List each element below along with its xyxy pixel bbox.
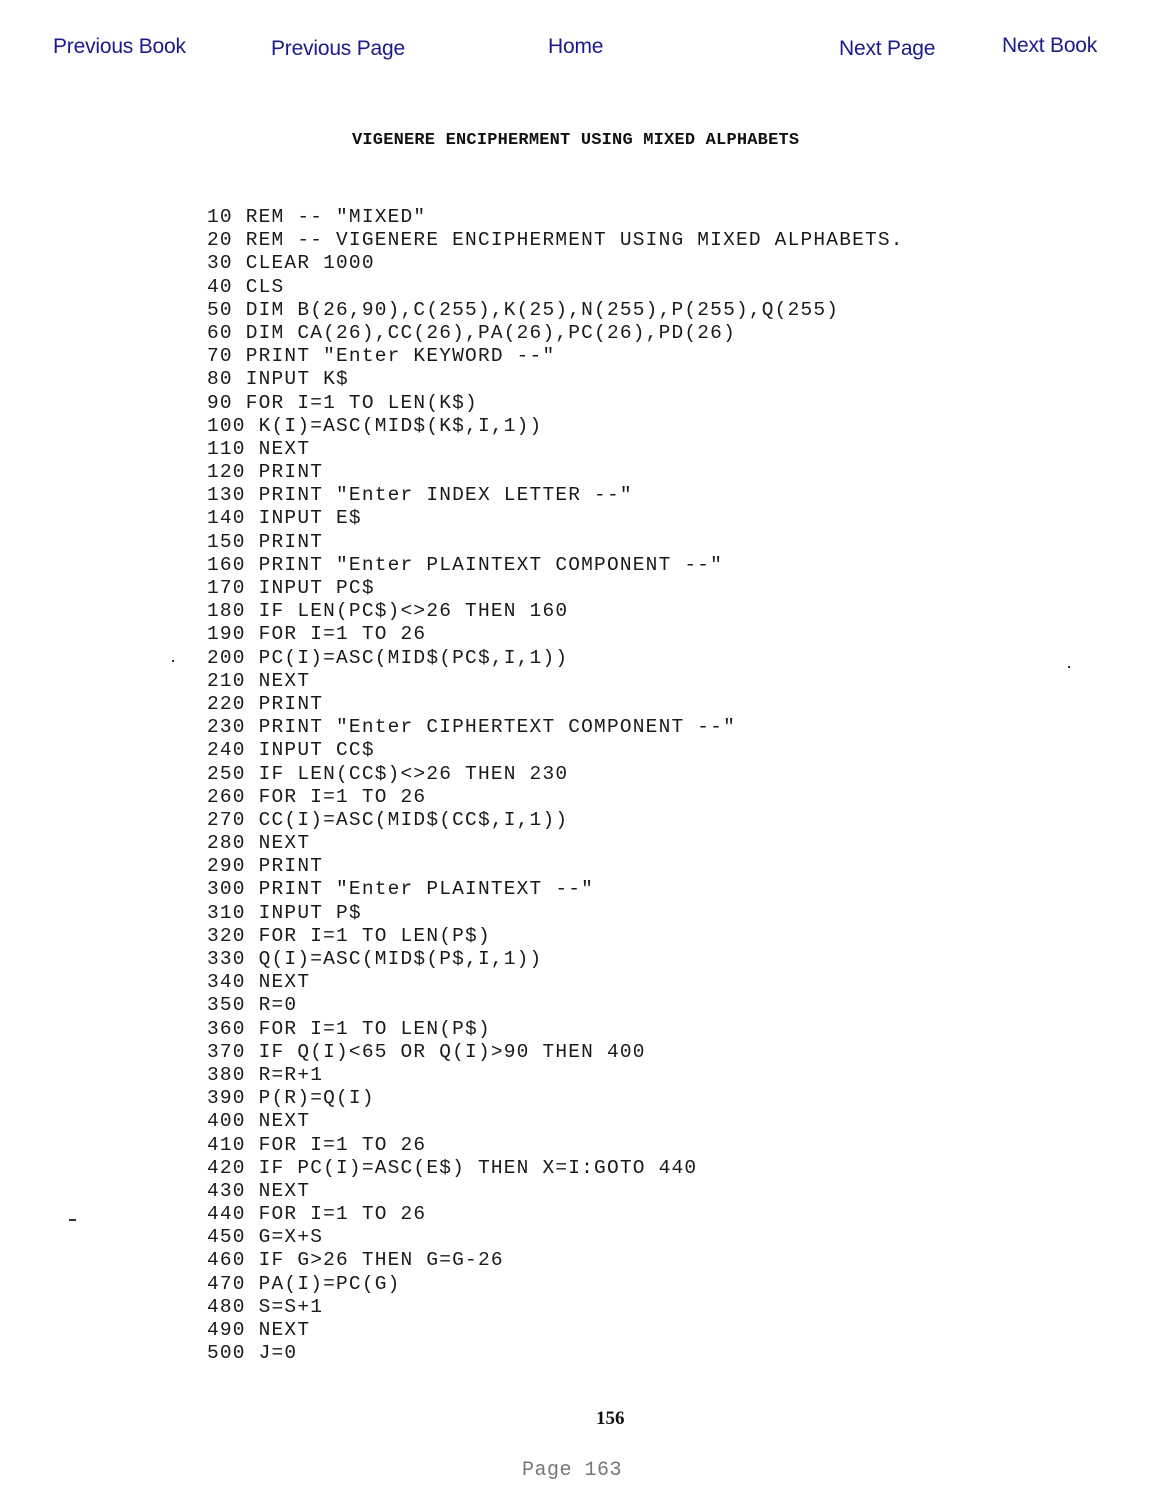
code-line: 490 NEXT	[207, 1319, 311, 1341]
document-title: VIGENERE ENCIPHERMENT USING MIXED ALPHAB…	[352, 131, 800, 150]
code-line: 70 PRINT "Enter KEYWORD --"	[207, 345, 556, 368]
code-line: 480 S=S+1	[207, 1295, 324, 1318]
code-line: 340 NEXT	[207, 971, 311, 994]
code-line: 40 CLS	[207, 275, 285, 298]
code-line: 90 FOR I=1 TO LEN(K$)	[207, 391, 478, 414]
code-line: 380 R=R+1	[207, 1063, 324, 1086]
code-line: 280 NEXT	[207, 832, 311, 855]
code-line: 170 INPUT PC$	[207, 577, 375, 599]
code-line: 120 PRINT	[207, 461, 324, 484]
code-line: 210 NEXT	[207, 669, 311, 692]
code-line: 100 K(I)=ASC(MID$(K$,I,1))	[207, 414, 543, 437]
basic-code-listing: 10 REM -- "MIXED" 20 REM -- VIGENERE ENCI…	[207, 206, 904, 1365]
code-line: 220 PRINT	[207, 692, 324, 715]
code-line: 390 P(R)=Q(I)	[207, 1087, 375, 1110]
code-line: 290 PRINT	[207, 855, 324, 878]
code-line: 130 PRINT "Enter INDEX LETTER --"	[207, 484, 633, 507]
next-page-link[interactable]: Next Page	[839, 37, 935, 61]
scan-speck	[172, 660, 174, 662]
code-line: 470 PA(I)=PC(G)	[207, 1272, 401, 1295]
code-line: 20 REM -- VIGENERE ENCIPHERMENT USING MI…	[207, 229, 904, 252]
code-line: 420 IF PC(I)=ASC(E$) THEN X=I:GOTO 440	[207, 1156, 698, 1179]
code-line: 140 INPUT E$	[207, 507, 362, 530]
code-line: 360 FOR I=1 TO LEN(P$)	[207, 1017, 491, 1040]
code-line: 260 FOR I=1 TO 26	[207, 785, 427, 808]
code-line: 190 FOR I=1 TO 26	[207, 623, 427, 646]
printed-page-number: 156	[596, 1408, 625, 1429]
code-line: 500 J=0	[207, 1342, 298, 1365]
scan-speck	[1068, 666, 1070, 668]
code-line: 440 FOR I=1 TO 26	[207, 1203, 427, 1226]
code-line: 310 INPUT P$	[207, 901, 362, 924]
code-line: 460 IF G>26 THEN G=G-26	[207, 1249, 504, 1272]
code-line: 400 NEXT	[207, 1110, 311, 1133]
code-line: 10 REM -- "MIXED"	[207, 206, 427, 228]
code-line: 410 FOR I=1 TO 26	[207, 1133, 427, 1156]
code-line: 150 PRINT	[207, 530, 324, 553]
home-link[interactable]: Home	[548, 35, 603, 59]
page-indicator: Page 163	[522, 1459, 623, 1482]
code-line: 80 INPUT K$	[207, 368, 349, 391]
code-line: 370 IF Q(I)<65 OR Q(I)>90 THEN 400	[207, 1040, 646, 1063]
code-line: 300 PRINT "Enter PLAINTEXT --"	[207, 878, 595, 901]
next-book-link[interactable]: Next Book	[1002, 34, 1097, 58]
code-line: 350 R=0	[207, 994, 298, 1017]
code-line: 240 INPUT CC$	[207, 739, 375, 762]
code-line: 450 G=X+S	[207, 1226, 324, 1249]
scan-speck	[69, 1219, 76, 1221]
code-line: 270 CC(I)=ASC(MID$(CC$,I,1))	[207, 808, 569, 831]
code-line: 250 IF LEN(CC$)<>26 THEN 230	[207, 762, 569, 785]
previous-book-link[interactable]: Previous Book	[53, 35, 186, 59]
code-line: 180 IF LEN(PC$)<>26 THEN 160	[207, 600, 569, 623]
code-line: 60 DIM CA(26),CC(26),PA(26),PC(26),PD(26…	[207, 321, 736, 344]
code-line: 160 PRINT "Enter PLAINTEXT COMPONENT --"	[207, 553, 724, 576]
code-line: 230 PRINT "Enter CIPHERTEXT COMPONENT --…	[207, 716, 736, 739]
code-line: 200 PC(I)=ASC(MID$(PC$,I,1))	[207, 646, 569, 669]
code-line: 30 CLEAR 1000	[207, 252, 375, 275]
code-line: 330 Q(I)=ASC(MID$(P$,I,1))	[207, 948, 543, 970]
code-line: 110 NEXT	[207, 437, 311, 460]
code-line: 320 FOR I=1 TO LEN(P$)	[207, 924, 491, 947]
code-line: 430 NEXT	[207, 1179, 311, 1202]
previous-page-link[interactable]: Previous Page	[271, 37, 405, 61]
code-line: 50 DIM B(26,90),C(255),K(25),N(255),P(25…	[207, 298, 840, 321]
